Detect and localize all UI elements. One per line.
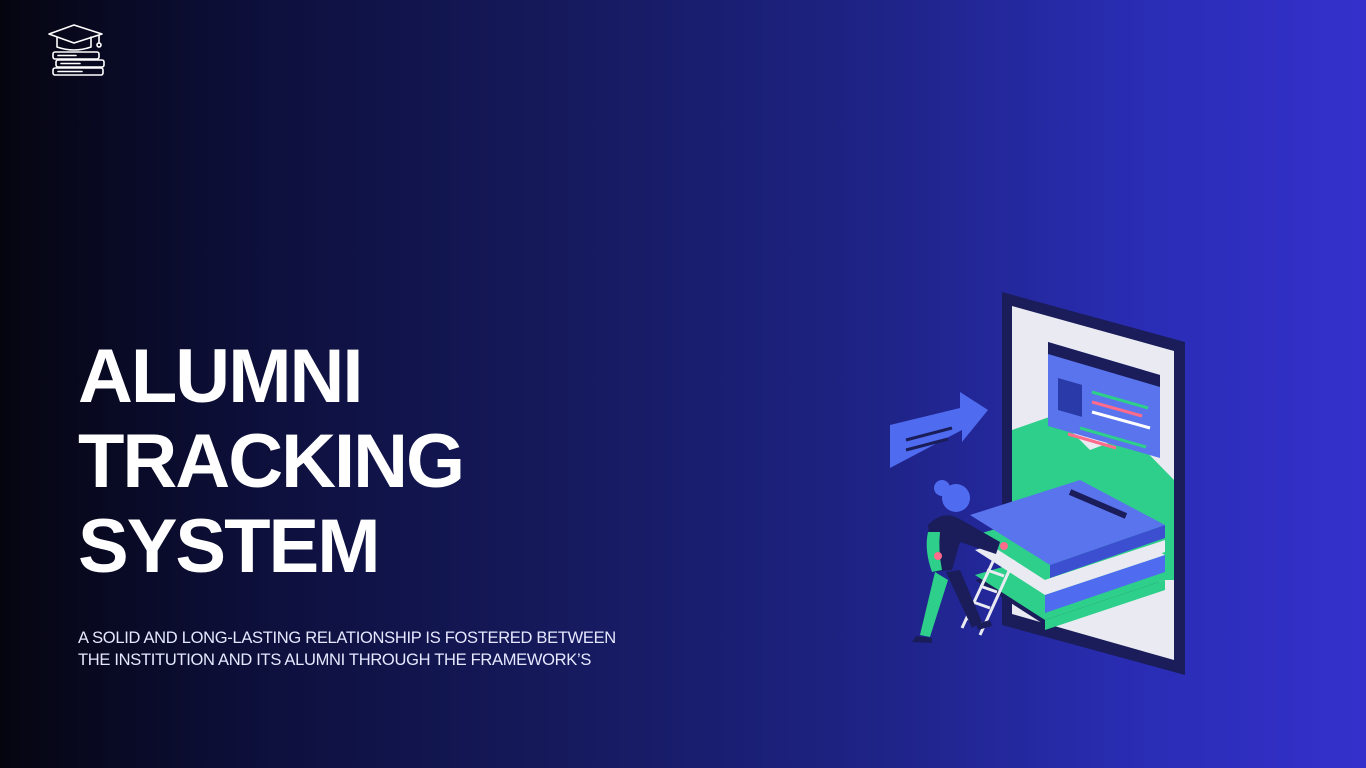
tagline-line-1: A SOLID AND LONG-LASTING RELATIONSHIP IS… [78,629,616,647]
title-line-3: SYSTEM [78,504,381,589]
page-title: ALUMNI TRACKING SYSTEM [78,334,465,589]
title-line-1: ALUMNI [78,334,364,419]
tagline: A SOLID AND LONG-LASTING RELATIONSHIP IS… [78,627,718,671]
tagline-line-2: THE INSTITUTION AND ITS ALUMNI THROUGH T… [78,651,592,669]
graduation-cap-logo-icon [48,24,105,76]
title-line-2: TRACKING [78,419,465,504]
person-climbing-books-phone-illustration [890,292,1185,675]
